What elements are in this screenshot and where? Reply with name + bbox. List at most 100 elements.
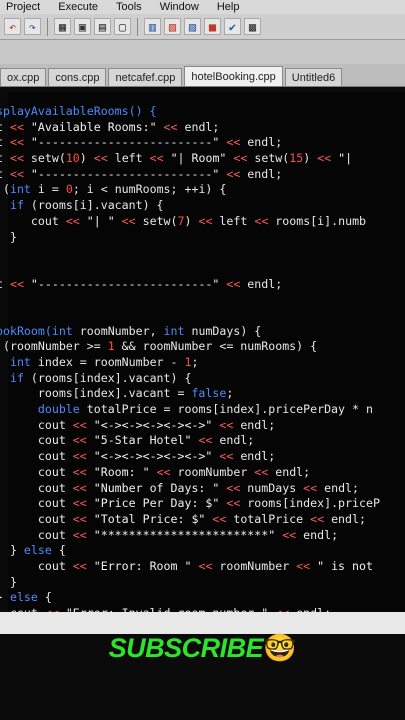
code-lines: splayAvailableRooms() {t << "Available R… bbox=[0, 104, 380, 612]
code-line: double totalPrice = rooms[index].pricePe… bbox=[0, 402, 380, 418]
menu-item-project[interactable]: Project bbox=[6, 1, 40, 13]
code-line: splayAvailableRooms() { bbox=[0, 104, 380, 120]
code-token: } bbox=[9, 229, 17, 244]
code-token: "Room: " bbox=[86, 464, 157, 479]
save-icon[interactable]: ▤ bbox=[94, 18, 111, 35]
tab-ox-cpp[interactable]: ox.cpp bbox=[0, 68, 47, 86]
code-token: << bbox=[317, 151, 332, 166]
code-token: totalPrice = rooms[index].pricePerDay * … bbox=[79, 402, 373, 417]
code-token: left bbox=[107, 151, 150, 166]
code-token: ; bbox=[191, 355, 199, 369]
grid-icon[interactable]: ▥ bbox=[144, 18, 161, 35]
redo-icon[interactable]: ↷ bbox=[24, 18, 41, 35]
code-token: "| bbox=[331, 151, 353, 166]
stop-icon[interactable]: ■ bbox=[204, 18, 221, 35]
code-token: { bbox=[37, 590, 52, 605]
code-token: totalPrice bbox=[226, 511, 311, 526]
code-token: << bbox=[226, 135, 241, 150]
toolbar: ↶ ↷ ▦ ▣ ▤ ▢ ▥ ▧ ▨ ■ ✔ ▩ bbox=[0, 14, 405, 40]
code-token: int bbox=[9, 182, 31, 197]
code-token: t bbox=[0, 167, 10, 181]
menu-item-window[interactable]: Window bbox=[160, 1, 199, 13]
code-token: int bbox=[163, 323, 185, 338]
code-token: setw( bbox=[247, 151, 290, 166]
code-token: 1 bbox=[107, 339, 115, 354]
tab-untitled6[interactable]: Untitled6 bbox=[284, 68, 343, 86]
code-token: << bbox=[156, 464, 171, 479]
code-line: cout << "<-><-><-><-><->" << endl; bbox=[0, 449, 380, 465]
subscribe-overlay: SUBSCRIBE🤓 bbox=[0, 632, 405, 664]
window-icon[interactable]: ▨ bbox=[184, 18, 201, 35]
code-token: << bbox=[296, 558, 311, 573]
code-token: << bbox=[72, 417, 87, 432]
code-token: double bbox=[37, 402, 80, 417]
code-line: } bbox=[0, 230, 380, 246]
code-token: "************************" bbox=[86, 527, 283, 542]
code-token: << bbox=[121, 213, 136, 228]
code-token: endl; bbox=[240, 135, 283, 150]
compile-icon[interactable]: ▦ bbox=[54, 18, 71, 35]
layout-icon[interactable]: ▧ bbox=[164, 18, 181, 35]
code-token: endl; bbox=[268, 464, 311, 479]
code-token: << bbox=[72, 496, 87, 511]
code-token: << bbox=[9, 119, 24, 134]
undo-icon[interactable]: ↶ bbox=[4, 18, 21, 35]
toolbar-separator bbox=[137, 17, 138, 36]
code-token: << bbox=[9, 166, 24, 181]
code-token: "-------------------------" bbox=[23, 135, 227, 150]
code-token: ookRoom( bbox=[0, 323, 52, 338]
code-token: endl; bbox=[212, 433, 255, 448]
tab-cons-cpp[interactable]: cons.cpp bbox=[48, 68, 107, 86]
code-token: endl; bbox=[233, 417, 276, 432]
code-token: left bbox=[212, 213, 255, 228]
code-token: rooms[i].numb bbox=[268, 213, 367, 228]
code-token: i = bbox=[30, 182, 66, 197]
code-line: t << "-------------------------" << endl… bbox=[0, 277, 380, 293]
code-editor[interactable]: splayAvailableRooms() {t << "Available R… bbox=[0, 92, 405, 612]
code-token: endl; bbox=[240, 166, 283, 181]
menu-item-tools[interactable]: Tools bbox=[116, 1, 142, 13]
check-icon[interactable]: ✔ bbox=[224, 18, 241, 35]
code-token: splayAvailableRooms() { bbox=[0, 104, 157, 118]
menu-item-help[interactable]: Help bbox=[217, 1, 240, 13]
code-line: } else { bbox=[0, 543, 380, 559]
menu-item-execute[interactable]: Execute bbox=[58, 1, 98, 13]
code-line: } else { bbox=[0, 590, 380, 606]
code-token: } bbox=[0, 590, 10, 604]
code-token: if bbox=[9, 370, 24, 385]
code-token: cout bbox=[0, 213, 66, 228]
toolbar-separator bbox=[47, 17, 48, 36]
code-token: << bbox=[254, 464, 269, 479]
tab-netcafef-cpp[interactable]: netcafef.cpp bbox=[108, 68, 183, 86]
code-line: rooms[index].vacant = false; bbox=[0, 386, 380, 402]
code-line: cout << "| " << setw(7) << left << rooms… bbox=[0, 214, 380, 230]
code-token: false bbox=[191, 386, 227, 401]
code-token: << bbox=[9, 135, 24, 150]
code-token: << bbox=[72, 433, 87, 448]
code-line: cout << "Error: Room " << roomNumber << … bbox=[0, 559, 380, 575]
code-token: endl; bbox=[317, 480, 360, 495]
code-token: "| Room" bbox=[163, 151, 234, 166]
code-token: "Total Price: $" bbox=[86, 511, 213, 526]
code-token: << bbox=[226, 496, 241, 511]
debug-icon[interactable]: ▩ bbox=[244, 18, 261, 35]
run-icon[interactable]: ▣ bbox=[74, 18, 91, 35]
code-token: roomNumber bbox=[212, 558, 297, 573]
code-token: "<-><-><-><-><->" bbox=[86, 417, 220, 432]
code-line: cout << "Room: " << roomNumber << endl; bbox=[0, 465, 380, 481]
new-icon[interactable]: ▢ bbox=[114, 18, 131, 35]
code-token: << bbox=[226, 276, 241, 291]
code-token: << bbox=[72, 464, 87, 479]
code-line: ookRoom(int roomNumber, int numDays) { bbox=[0, 324, 380, 340]
code-token: << bbox=[149, 151, 164, 166]
code-token: roomNumber bbox=[170, 464, 255, 479]
code-line: (roomNumber >= 1 && roomNumber <= numRoo… bbox=[0, 339, 380, 355]
code-token: endl; bbox=[240, 276, 283, 291]
tab-hotelbooking-cpp[interactable]: hotelBooking.cpp bbox=[184, 66, 283, 86]
code-token: << bbox=[219, 417, 234, 432]
